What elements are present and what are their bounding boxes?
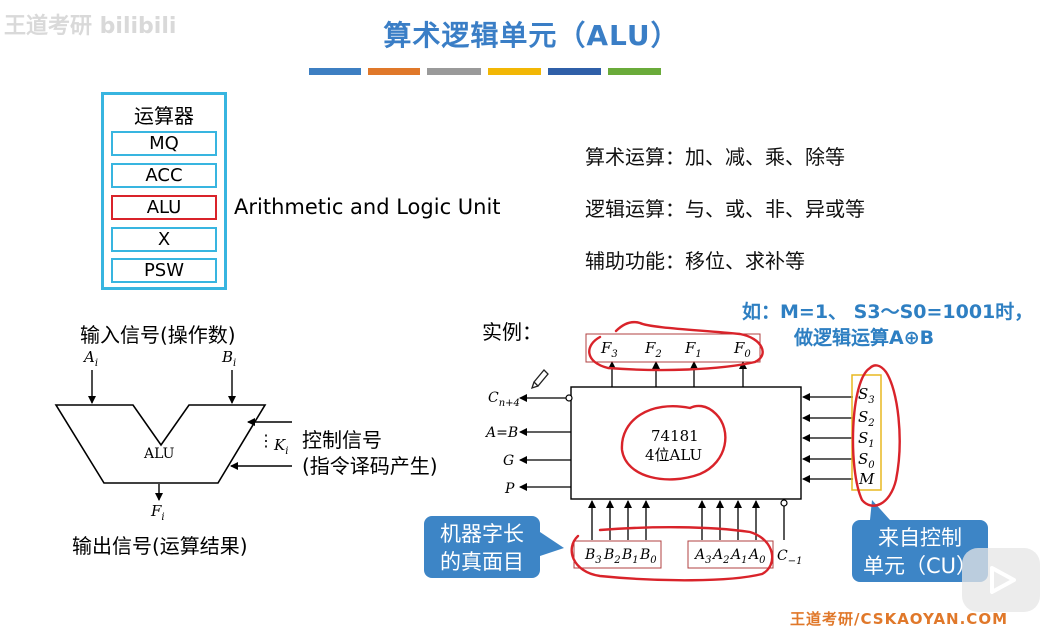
control-dots: ⋮	[258, 431, 274, 450]
input-m: M	[858, 470, 875, 488]
output-a-eq-b: A=B	[484, 425, 518, 441]
input-b0: B0	[639, 547, 657, 566]
output-f2: F2	[644, 339, 662, 360]
input-b2: B2	[603, 547, 621, 566]
right-input-arrows	[802, 393, 853, 483]
output-f0: F0	[733, 339, 751, 360]
input-s3: S3	[858, 385, 875, 406]
input-b-label: Bi	[221, 348, 236, 369]
alu-shape	[54, 404, 267, 484]
play-button[interactable]	[962, 548, 1040, 612]
input-s1: S1	[858, 429, 875, 450]
input-a0: A0	[747, 547, 766, 566]
diagram-canvas: ⋮ ALU Ai Bi Ki Fi 74181 4位ALU F3 F2 F1 F…	[54, 320, 901, 582]
chip-description: 4位ALU	[645, 446, 702, 464]
input-s0: S0	[858, 450, 875, 471]
control-k-label: Ki	[273, 436, 288, 457]
output-g: G	[503, 453, 514, 469]
carry-in-bubble	[780, 499, 788, 507]
footer-brand: 王道考研/CSKAOYAN.COM	[790, 610, 1008, 628]
play-icon	[990, 566, 1016, 594]
generic-alu-label: ALU	[143, 446, 175, 462]
output-f-label: Fi	[150, 502, 165, 523]
left-output-arrows	[519, 394, 571, 491]
callout-left-pointer	[540, 532, 564, 556]
output-f1: F1	[684, 339, 702, 360]
input-b3: B3	[584, 547, 602, 566]
input-a2: A2	[711, 547, 730, 566]
output-p: P	[504, 481, 515, 497]
top-output-arrows	[608, 361, 747, 387]
carry-in-label: C−1	[777, 548, 802, 567]
input-b1: B1	[621, 547, 639, 566]
annotation-circle-inputs	[570, 526, 774, 582]
output-f3: F3	[600, 339, 618, 360]
pencil-icon	[530, 369, 549, 390]
input-a1: A1	[729, 547, 748, 566]
output-cn4: Cn+4	[488, 390, 520, 409]
input-a3: A3	[693, 547, 712, 566]
cn4-inverter-bubble	[565, 394, 573, 402]
chip-model: 74181	[651, 427, 699, 445]
input-s2: S2	[858, 408, 875, 429]
input-a-label: Ai	[82, 348, 98, 369]
